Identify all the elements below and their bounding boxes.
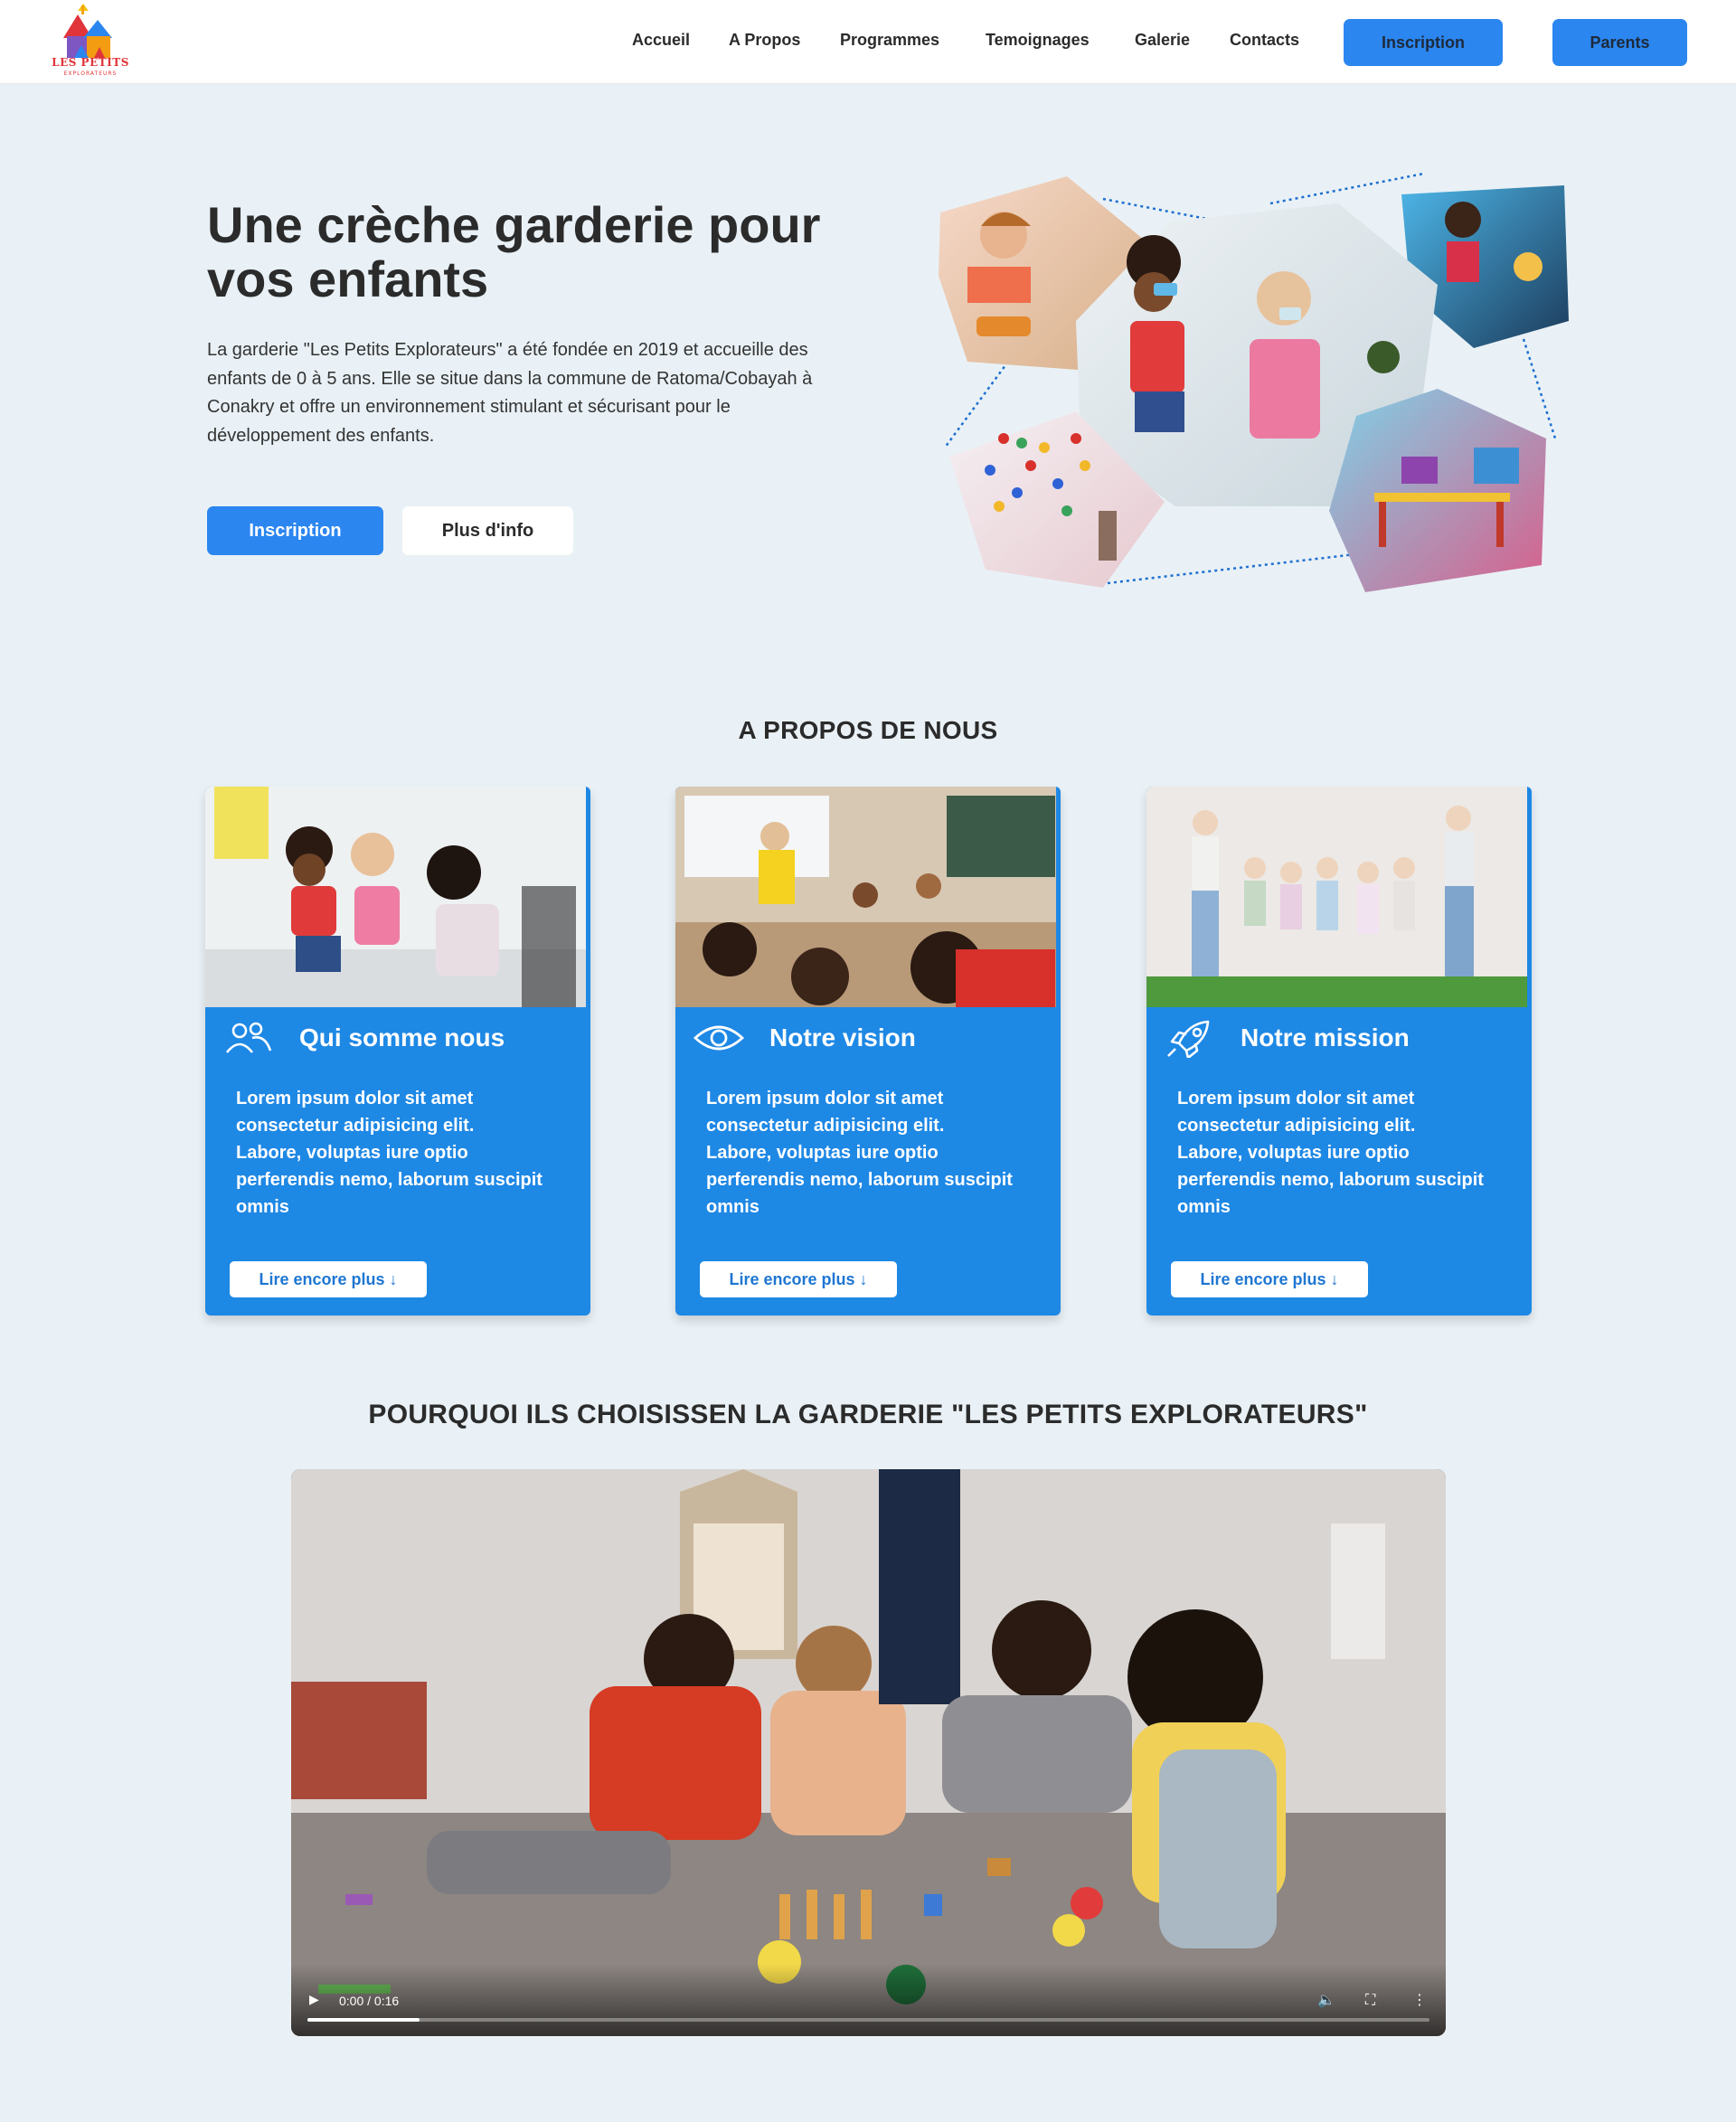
hero-more-info-button[interactable]: Plus d'info (402, 506, 573, 555)
nav-a-propos[interactable]: A Propos (729, 31, 800, 50)
video-frame (291, 1469, 1446, 2036)
video-time: 0:00 / 0:16 (339, 1994, 400, 2008)
card-title: Notre vision (769, 1023, 916, 1052)
card-header: Qui somme nous (223, 1018, 505, 1058)
nav-contacts[interactable]: Contacts (1230, 31, 1299, 50)
why-section-title: POURQUOI ILS CHOISISSEN LA GARDERIE "LES… (368, 1400, 1368, 1429)
read-more-button[interactable]: Lire encore plus ↓ (700, 1261, 897, 1297)
header-parents-button[interactable]: Parents (1552, 19, 1687, 66)
read-more-button[interactable]: Lire encore plus ↓ (1171, 1261, 1368, 1297)
fullscreen-icon[interactable]: ⛶ (1365, 1991, 1375, 2009)
nav-accueil[interactable]: Accueil (632, 31, 690, 50)
about-card-vision: Notre vision Lorem ipsum dolor sit amet … (675, 787, 1061, 1316)
nav-temoignages[interactable]: Temoignages (986, 31, 1090, 50)
eye-icon (693, 1025, 744, 1051)
about-card-who: Qui somme nous Lorem ipsum dolor sit ame… (205, 787, 590, 1316)
card-image (675, 787, 1056, 1007)
card-text: Lorem ipsum dolor sit amet consectetur a… (1177, 1089, 1484, 1217)
nav-galerie[interactable]: Galerie (1135, 31, 1190, 50)
users-icon (225, 1022, 272, 1053)
play-icon[interactable]: ▶ (309, 1993, 326, 2009)
logo-subtext: EXPLORATEURS (63, 71, 118, 77)
logo[interactable] (51, 2, 130, 81)
video-controls: ▶ 0:00 / 0:16 🔈 ⛶ ⋮ (291, 1964, 1446, 2036)
video-progress-bar[interactable] (307, 2018, 1429, 2022)
card-image (205, 787, 586, 1007)
card-header: Notre vision (693, 1018, 916, 1058)
video-progress-fill (307, 2018, 420, 2022)
video-player[interactable]: ▶ 0:00 / 0:16 🔈 ⛶ ⋮ (291, 1469, 1446, 2036)
header-inscription-button[interactable]: Inscription (1344, 19, 1503, 66)
site-header: LES PETITS EXPLORATEURS Accueil A Propos… (0, 0, 1736, 84)
logo-text: LES PETITS (52, 56, 129, 69)
hero-title: Une crèche garderie pour vos enfants (207, 196, 821, 307)
nav-programmes[interactable]: Programmes (840, 31, 939, 50)
read-more-button[interactable]: Lire encore plus ↓ (230, 1261, 427, 1297)
about-section-title: A PROPOS DE NOUS (738, 716, 998, 744)
hero-photo-collage (939, 172, 1569, 592)
card-image (1146, 787, 1527, 1007)
card-text: Lorem ipsum dolor sit amet consectetur a… (706, 1089, 1013, 1217)
about-card-mission: Notre mission Lorem ipsum dolor sit amet… (1146, 787, 1532, 1316)
more-options-icon[interactable]: ⋮ (1412, 1991, 1427, 2008)
hero-description: La garderie "Les Petits Explorateurs" a … (207, 340, 813, 446)
card-title: Notre mission (1241, 1023, 1410, 1052)
rocket-icon (1167, 1020, 1210, 1058)
card-title: Qui somme nous (299, 1023, 505, 1052)
card-header: Notre mission (1165, 1018, 1410, 1058)
volume-icon[interactable]: 🔈 (1317, 1991, 1335, 2008)
card-text: Lorem ipsum dolor sit amet consectetur a… (236, 1089, 542, 1217)
hero-inscription-button[interactable]: Inscription (207, 506, 383, 555)
